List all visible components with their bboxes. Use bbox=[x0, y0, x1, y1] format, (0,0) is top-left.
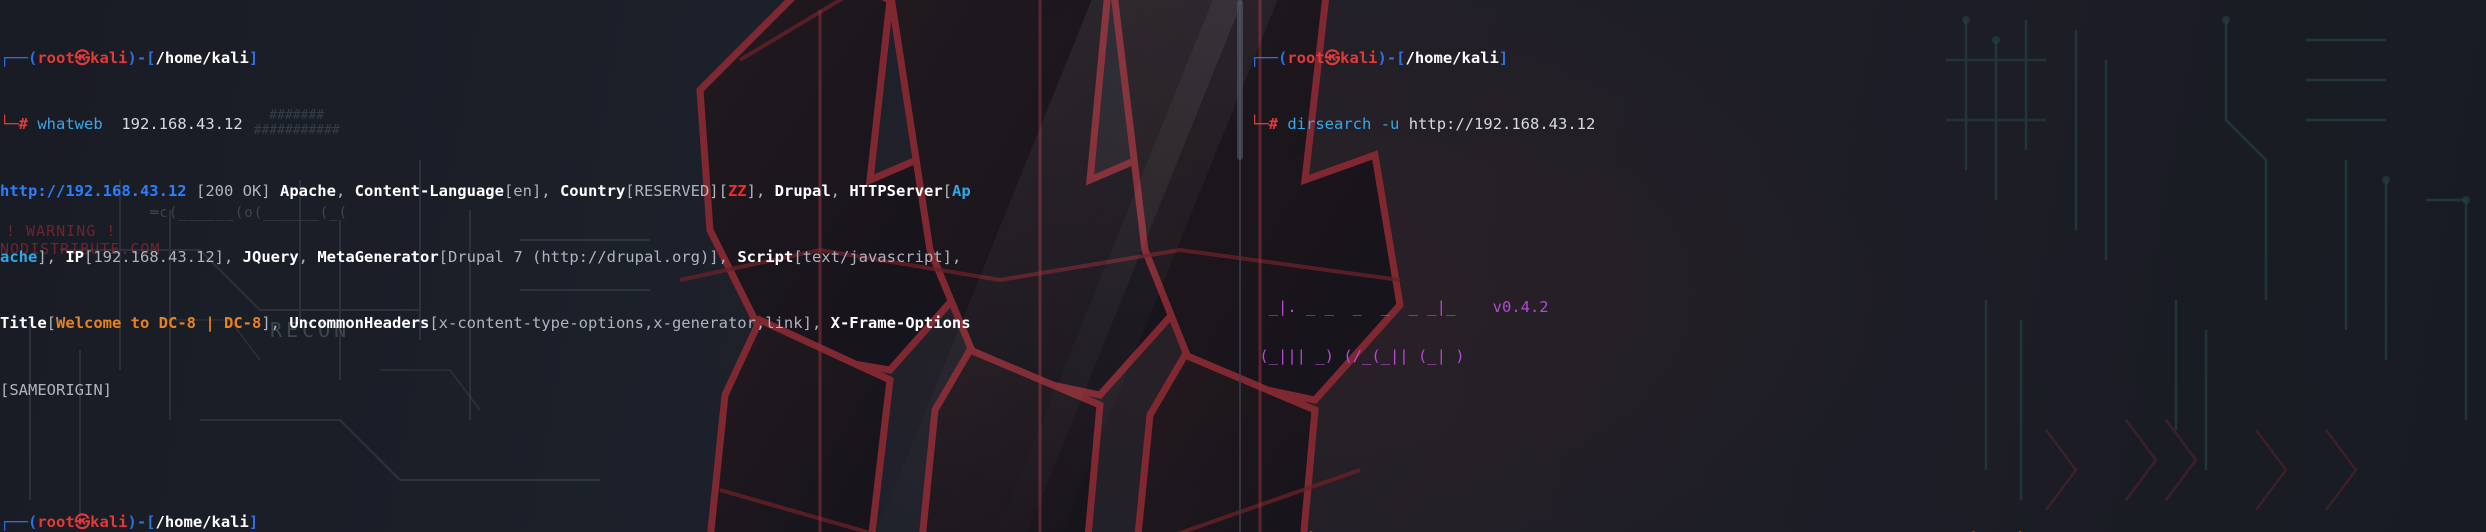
prompt-bracket-close: ] bbox=[248, 48, 259, 67]
command-arg-target: 192.168.43.12 bbox=[121, 115, 243, 134]
shell-prompt-2: ┌──(root㉿kali)-[/home/kali] bbox=[0, 513, 259, 532]
prompt-r-user: root bbox=[1287, 48, 1325, 67]
prompt-r-at-icon: ㉿ bbox=[1324, 48, 1341, 67]
banner-ascii-1: _|. _ _ _ _ _ _|_ v0.4.2 bbox=[1250, 297, 1549, 316]
command-name-dirsearch: dirsearch bbox=[1287, 115, 1372, 134]
whatweb-status: [200 OK] bbox=[195, 181, 271, 200]
prompt-r-bracket-open: ┌──( bbox=[1250, 48, 1288, 67]
prompt-host: kali bbox=[90, 48, 128, 67]
command-line-dirsearch: └─# dirsearch -u http://192.168.43.12 bbox=[1250, 116, 2486, 133]
scrollbar-thumb[interactable] bbox=[1237, 0, 1243, 160]
whatweb-url: http://192.168.43.12 bbox=[0, 181, 187, 200]
prompt-path: /home/kali bbox=[155, 48, 249, 67]
prompt-user: root bbox=[37, 48, 75, 67]
dirsearch-banner-line-1: _|. _ _ _ _ _ _|_ v0.4.2 bbox=[1250, 297, 2486, 316]
terminal-screenshot: RECON ! WARNING ! NODISTRIBUTE.COM ═c(__… bbox=[0, 0, 2486, 532]
whatweb-sameorigin: [SAMEORIGIN] bbox=[0, 380, 112, 399]
whatweb-output-line-2: ache], IP[192.168.43.12], JQuery, MetaGe… bbox=[0, 247, 962, 266]
prompt-hash: └─# bbox=[0, 115, 28, 134]
prompt-r-bracket-mid: )-[ bbox=[1377, 48, 1406, 67]
prompt-bracket-open: ┌──( bbox=[0, 48, 38, 67]
shell-prompt-1: ┌──(root㉿kali)-[/home/kali] bbox=[0, 48, 1230, 67]
prompt-2-path: /home/kali bbox=[155, 513, 249, 532]
prompt-r-hash: └─# bbox=[1250, 115, 1278, 134]
prompt-r-host: kali bbox=[1340, 48, 1378, 67]
whatweb-output-line-3: Title[Welcome to DC-8 | DC-8], UncommonH… bbox=[0, 314, 971, 333]
prompt-at-icon: ㉿ bbox=[74, 48, 91, 67]
terminal-pane-left[interactable]: ┌──(root㉿kali)-[/home/kali] └─# whatweb … bbox=[0, 0, 1230, 532]
terminal-pane-right[interactable]: ┌──(root㉿kali)-[/home/kali] └─# dirsearc… bbox=[1250, 0, 2486, 532]
prompt-bracket-mid: )-[ bbox=[127, 48, 156, 67]
command-line-whatweb: └─# whatweb 192.168.43.12 bbox=[0, 116, 1230, 133]
command-flag-u: -u bbox=[1380, 115, 1400, 134]
whatweb-output-line-1: http://192.168.43.12 [200 OK] Apache, Co… bbox=[0, 181, 971, 200]
prompt-r-path: /home/kali bbox=[1405, 48, 1499, 67]
blank-right-2 bbox=[1250, 232, 2486, 249]
prompt-r-bracket-close: ] bbox=[1498, 48, 1509, 67]
blank-right-3 bbox=[1250, 415, 2486, 432]
dirsearch-banner-line-2: (_||| _) (/_(_|| (_| ) bbox=[1250, 348, 2486, 365]
command-target-url: http://192.168.43.12 bbox=[1408, 115, 1596, 134]
blank-right-1 bbox=[1250, 183, 2486, 200]
command-name-whatweb: whatweb bbox=[37, 115, 103, 134]
banner-ascii-2: (_||| _) (/_(_|| (_| ) bbox=[1250, 347, 1465, 366]
whatweb-output-line-4: [SAMEORIGIN] bbox=[0, 380, 1230, 399]
blank-right-4 bbox=[1250, 465, 2486, 482]
shell-prompt-right-1: ┌──(root㉿kali)-[/home/kali] bbox=[1250, 48, 2486, 67]
